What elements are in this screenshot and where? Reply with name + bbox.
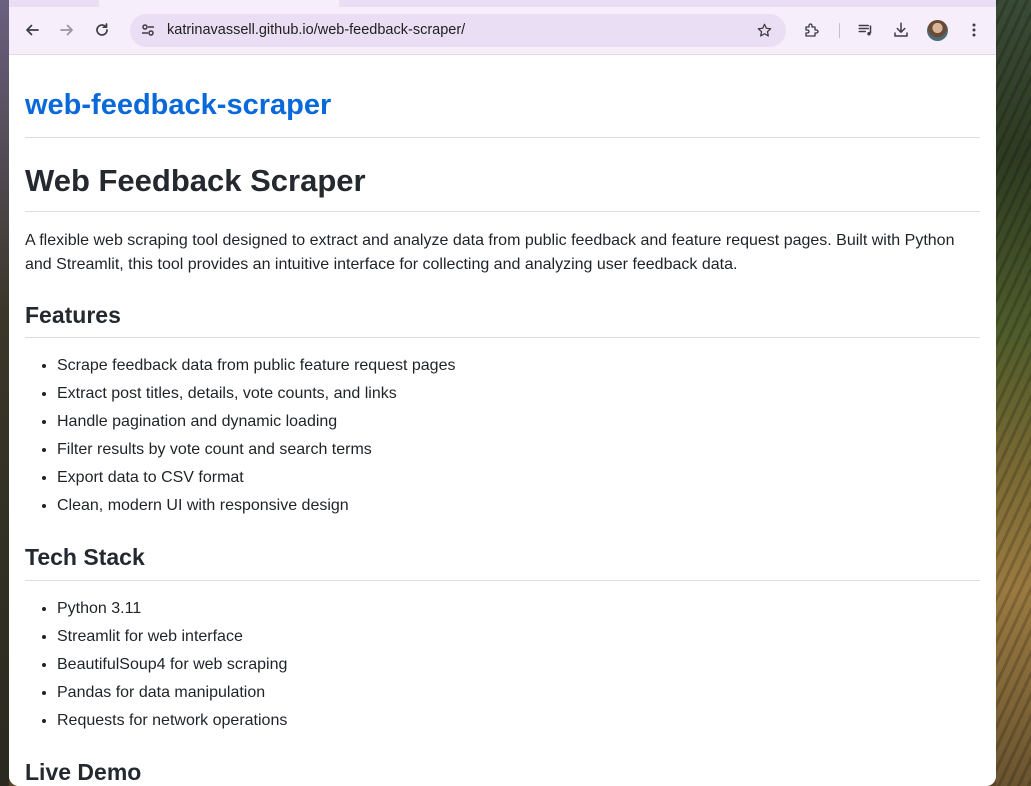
tech-list: Python 3.11 Streamlit for web interface … bbox=[25, 595, 287, 735]
downloads-button[interactable] bbox=[889, 18, 913, 42]
browser-window: katrinavassell.github.io/web-feedback-sc… bbox=[9, 0, 996, 786]
list-item: Requests for network operations bbox=[57, 707, 287, 735]
tune-icon bbox=[142, 24, 154, 36]
list-item: Extract post titles, details, vote count… bbox=[57, 380, 455, 408]
address-bar[interactable]: katrinavassell.github.io/web-feedback-sc… bbox=[130, 14, 786, 47]
features-list: Scrape feedback data from public feature… bbox=[25, 352, 455, 520]
url-text[interactable]: katrinavassell.github.io/web-feedback-sc… bbox=[167, 22, 465, 38]
desktop-wallpaper-left bbox=[0, 0, 9, 786]
forward-arrow-icon bbox=[60, 24, 73, 36]
back-button[interactable] bbox=[20, 18, 44, 42]
list-item: Scrape feedback data from public feature… bbox=[57, 352, 455, 380]
list-item: Clean, modern UI with responsive design bbox=[57, 492, 455, 520]
heading-divider bbox=[25, 211, 980, 212]
back-arrow-icon bbox=[26, 24, 39, 36]
list-item: Handle pagination and dynamic loading bbox=[57, 408, 455, 436]
star-icon bbox=[757, 23, 771, 37]
page-content: web-feedback-scraper Web Feedback Scrape… bbox=[9, 55, 996, 786]
more-vert-icon bbox=[972, 23, 976, 37]
reload-icon bbox=[96, 23, 108, 36]
toolbar-divider bbox=[839, 23, 840, 38]
intro-paragraph: A flexible web scraping tool designed to… bbox=[25, 232, 955, 273]
tech-divider bbox=[25, 580, 980, 581]
playlist-icon bbox=[858, 24, 872, 36]
features-divider bbox=[25, 337, 980, 338]
tab-strip bbox=[9, 0, 996, 7]
list-item: Streamlit for web interface bbox=[57, 623, 287, 651]
bookmark-button[interactable] bbox=[754, 20, 774, 40]
extensions-button[interactable] bbox=[800, 18, 824, 42]
desktop-wallpaper-right bbox=[996, 0, 1031, 786]
page-heading: Web Feedback Scraper bbox=[25, 163, 366, 198]
forward-button[interactable] bbox=[55, 18, 79, 42]
list-item: Export data to CSV format bbox=[57, 464, 455, 492]
live-demo-heading: Live Demo bbox=[25, 759, 142, 785]
list-item: BeautifulSoup4 for web scraping bbox=[57, 651, 287, 679]
header-divider bbox=[25, 137, 980, 138]
tech-stack-heading: Tech Stack bbox=[25, 544, 145, 570]
puzzle-icon bbox=[805, 23, 819, 37]
reload-button[interactable] bbox=[90, 18, 114, 42]
features-heading: Features bbox=[25, 302, 121, 328]
list-item: Pandas for data manipulation bbox=[57, 679, 287, 707]
list-item: Python 3.11 bbox=[57, 595, 287, 623]
list-item: Filter results by vote count and search … bbox=[57, 436, 455, 464]
profile-avatar[interactable] bbox=[927, 20, 948, 41]
active-tab[interactable] bbox=[99, 0, 339, 7]
media-controls-button[interactable] bbox=[854, 18, 878, 42]
browser-toolbar: katrinavassell.github.io/web-feedback-sc… bbox=[9, 7, 996, 55]
site-title-link[interactable]: web-feedback-scraper bbox=[25, 89, 331, 122]
download-icon bbox=[894, 22, 908, 37]
site-info-button[interactable] bbox=[138, 20, 158, 40]
menu-button[interactable] bbox=[962, 18, 986, 42]
